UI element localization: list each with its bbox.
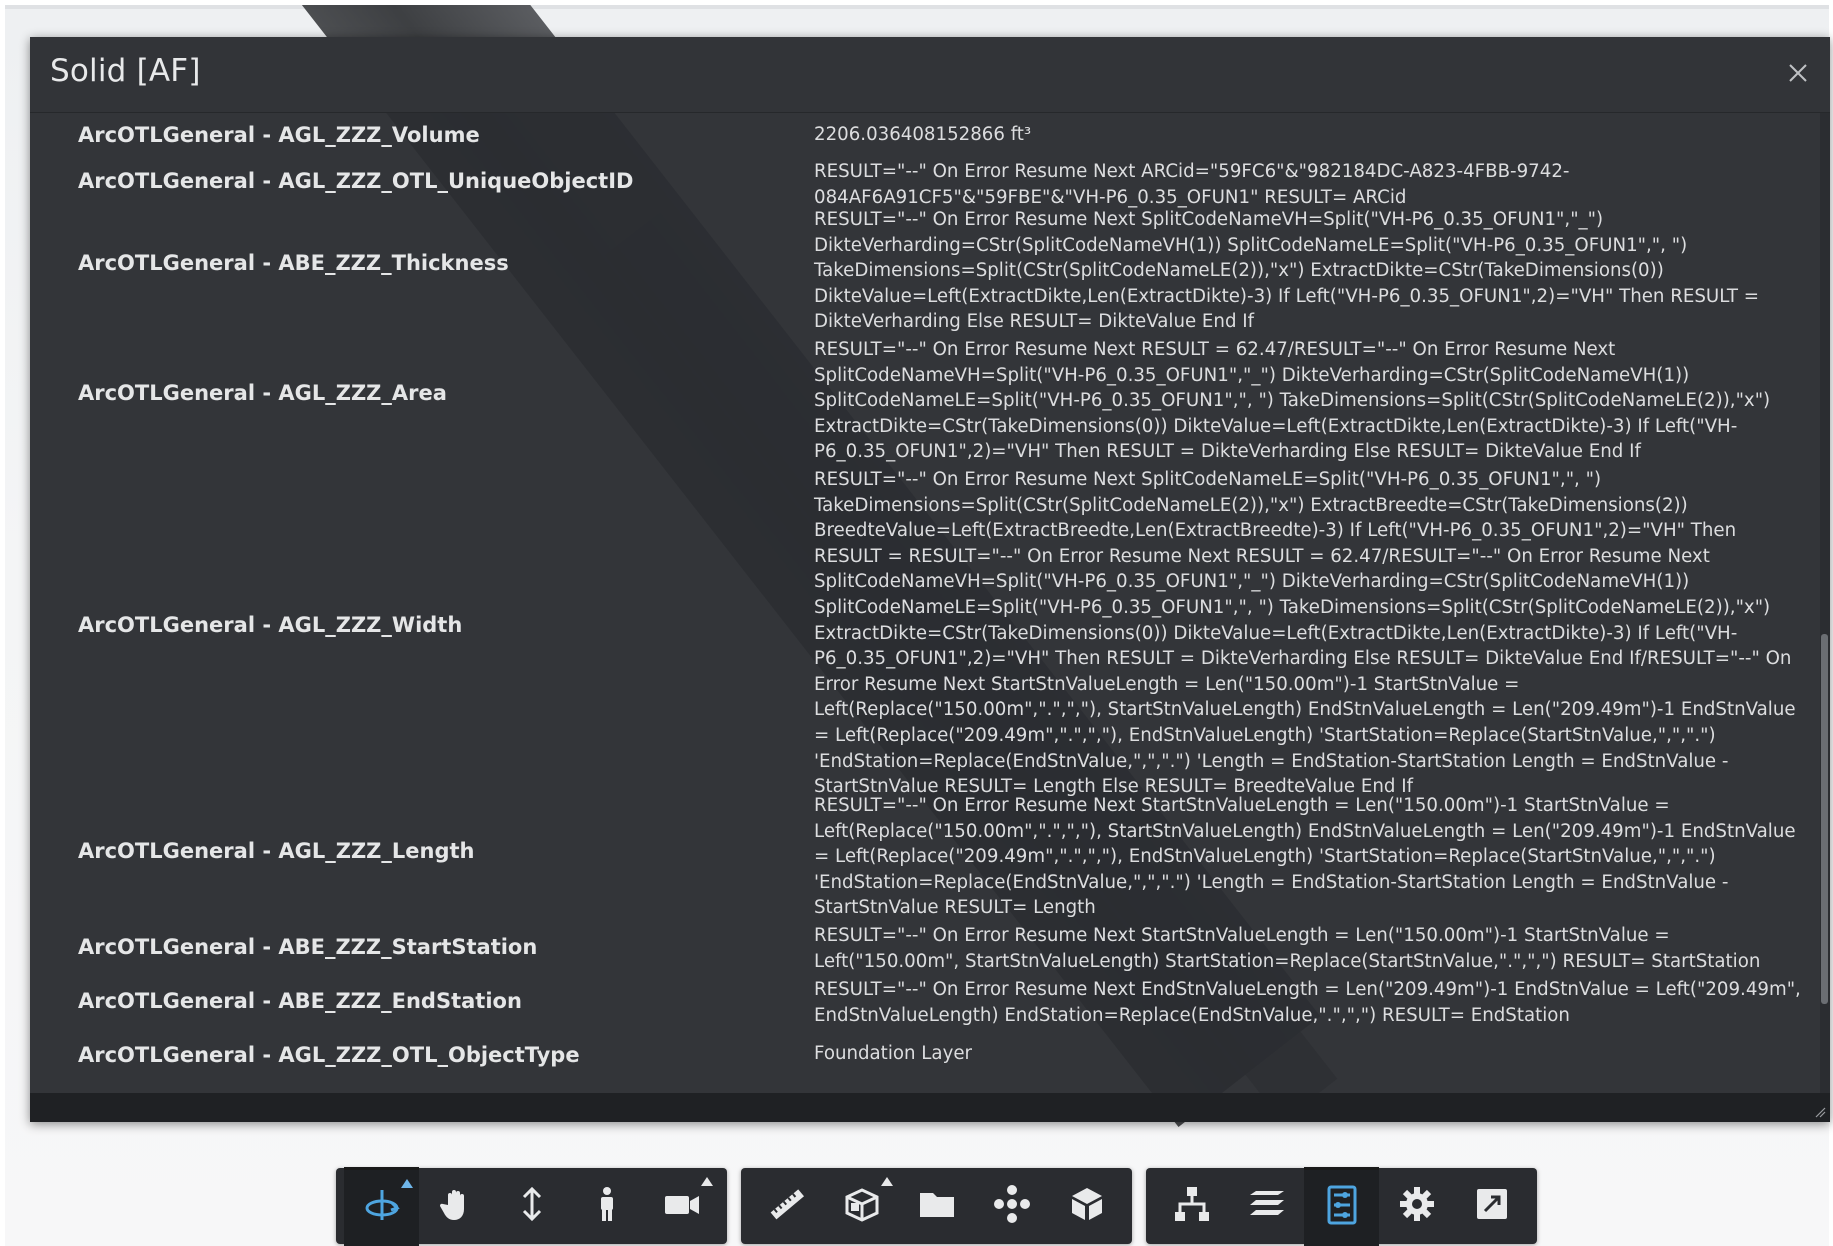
section-tool[interactable]: [824, 1168, 899, 1244]
gear-icon: [1396, 1183, 1438, 1230]
property-value: Foundation Layer: [814, 1043, 973, 1064]
property-name: ArcOTLGeneral - AGL_ZZZ_Area: [78, 381, 447, 405]
pan-hand-icon: [436, 1183, 478, 1230]
layers-icon: [1246, 1183, 1288, 1230]
fullscreen-icon: [1471, 1183, 1513, 1230]
viewport-top-edge: [5, 5, 1829, 9]
first-person-tool[interactable]: [569, 1168, 644, 1244]
property-name: ArcOTLGeneral - AGL_ZZZ_OTL_UniqueObject…: [78, 169, 634, 193]
close-button[interactable]: [1780, 55, 1816, 91]
property-name: ArcOTLGeneral - ABE_ZZZ_EndStation: [78, 989, 522, 1013]
scrollbar-thumb[interactable]: [1821, 634, 1828, 1004]
property-name: ArcOTLGeneral - ABE_ZZZ_StartStation: [78, 935, 538, 959]
explode-icon: [991, 1183, 1033, 1230]
property-value: RESULT="--" On Error Resume Next SplitCo…: [814, 469, 1796, 798]
resize-grip-icon[interactable]: [1812, 1104, 1826, 1118]
structure-tool[interactable]: [1154, 1168, 1229, 1244]
structure-tree-icon: [1171, 1183, 1213, 1230]
folder-icon: [916, 1183, 958, 1230]
zoom-arrows-icon: [511, 1183, 553, 1230]
toolbar-group-3: [1146, 1166, 1537, 1246]
panel-title: Solid [AF]: [50, 53, 201, 89]
properties-list[interactable]: ArcOTLGeneral - AGL_ZZZ_Volume 2206.0364…: [30, 113, 1814, 1093]
zoom-tool[interactable]: [494, 1168, 569, 1244]
properties-tool[interactable]: [1304, 1166, 1379, 1246]
property-value: RESULT="--" On Error Resume Next SplitCo…: [814, 209, 1759, 333]
camera-tool[interactable]: [644, 1168, 719, 1244]
dropdown-caret-icon: [401, 1178, 413, 1188]
viewer-toolbar: [336, 1166, 1537, 1246]
toolbar-group-2: [741, 1168, 1132, 1244]
property-name: ArcOTLGeneral - AGL_ZZZ_Volume: [78, 123, 480, 147]
property-value: RESULT="--" On Error Resume Next RESULT …: [814, 339, 1771, 463]
property-value: RESULT="--" On Error Resume Next StartSt…: [814, 925, 1761, 972]
first-person-icon: [586, 1183, 628, 1230]
pan-tool[interactable]: [419, 1168, 494, 1244]
panel-footer: [30, 1093, 1830, 1122]
property-name: ArcOTLGeneral - AGL_ZZZ_OTL_ObjectType: [78, 1043, 580, 1067]
cube-icon: [1066, 1183, 1108, 1230]
close-icon: [1789, 64, 1807, 82]
properties-icon: [1321, 1184, 1363, 1231]
property-value: RESULT="--" On Error Resume Next StartSt…: [814, 795, 1796, 919]
dropdown-caret-icon: [701, 1177, 713, 1186]
orbit-icon: [361, 1184, 403, 1231]
property-value: RESULT="--" On Error Resume Next EndStnV…: [814, 979, 1801, 1026]
property-name: ArcOTLGeneral - ABE_ZZZ_Thickness: [78, 251, 509, 275]
section-box-icon: [841, 1183, 883, 1230]
ruler-icon: [766, 1183, 808, 1230]
property-name: ArcOTLGeneral - AGL_ZZZ_Width: [78, 613, 463, 637]
panel-header[interactable]: Solid [AF]: [30, 37, 1830, 113]
layers-tool[interactable]: [1229, 1168, 1304, 1244]
dropdown-caret-icon: [881, 1177, 893, 1186]
measure-tool[interactable]: [749, 1168, 824, 1244]
settings-tool[interactable]: [1379, 1168, 1454, 1244]
property-value: 2206.036408152866 ft³: [814, 124, 1032, 145]
camera-icon: [661, 1183, 703, 1230]
orbit-tool[interactable]: [344, 1166, 419, 1246]
property-value: RESULT="--" On Error Resume Next ARCid="…: [814, 161, 1570, 208]
toolbar-group-1: [336, 1166, 727, 1246]
explode-tool[interactable]: [974, 1168, 1049, 1244]
model-browser-tool[interactable]: [899, 1168, 974, 1244]
properties-panel: Solid [AF] ArcOTLGeneral - AGL_ZZZ_Volum…: [30, 37, 1830, 1122]
view-cube-tool[interactable]: [1049, 1168, 1124, 1244]
fullscreen-tool[interactable]: [1454, 1168, 1529, 1244]
property-name: ArcOTLGeneral - AGL_ZZZ_Length: [78, 839, 475, 863]
